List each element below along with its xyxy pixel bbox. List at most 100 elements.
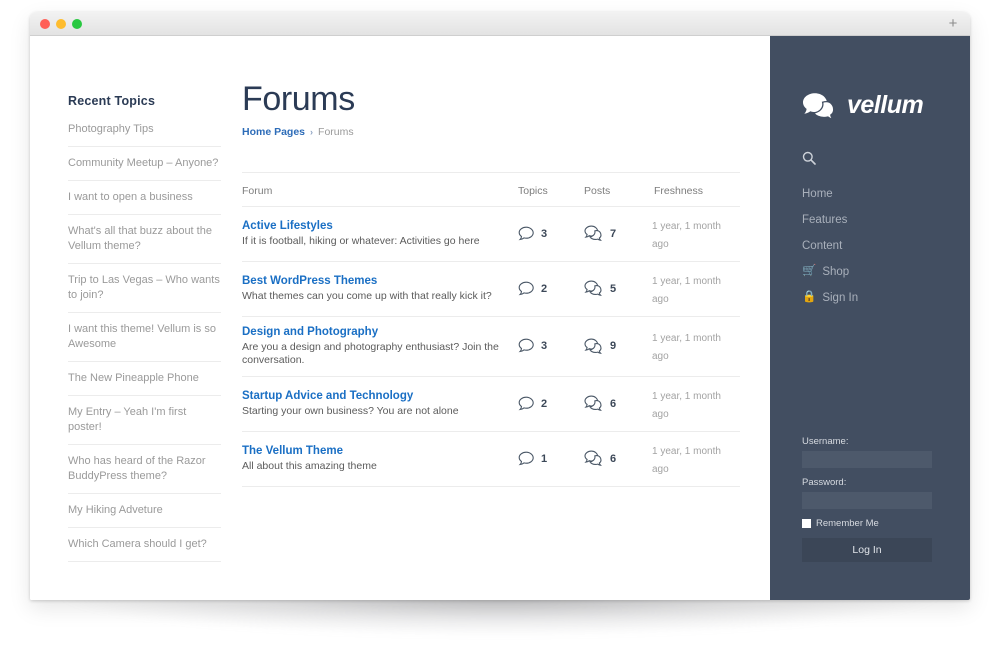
rail-nav-item-features[interactable]: Features [802,207,942,233]
forum-title-link[interactable]: Active Lifestyles [242,220,514,232]
left-widget-column: Recent Topics Photography Tips Community … [68,94,221,600]
rail-nav-item-content[interactable]: Content [802,233,942,259]
forum-cell: The Vellum Theme All about this amazing t… [242,445,514,473]
forum-title-link[interactable]: Startup Advice and Technology [242,390,514,402]
breadcrumb-link-home-pages[interactable]: Home Pages [242,126,305,138]
minimize-window-button[interactable] [56,19,66,29]
topics-cell: 3 [514,226,580,242]
rail-nav-item-shop[interactable]: 🛒 Shop [802,259,942,285]
table-row[interactable]: The Vellum Theme All about this amazing t… [242,432,740,487]
recent-topics-title: Recent Topics [68,94,156,108]
password-label: Password: [802,477,847,488]
zoom-window-button[interactable] [72,19,82,29]
topics-cell: 3 [514,338,580,354]
topics-count: 2 [541,397,548,410]
recent-topic-link[interactable]: My Hiking Adveture [68,503,221,518]
freshness-text: 1 year, 1 month ago [652,333,721,363]
window-controls [40,19,82,29]
posts-count-group: 9 [584,338,652,355]
recent-topic-link[interactable]: The New Pineapple Phone [68,371,221,386]
forum-table: Forum Topics Posts Freshness Active Life… [242,171,740,487]
forum-cell: Best WordPress Themes What themes can you… [242,275,514,303]
posts-count: 6 [610,397,617,410]
recent-topic-link[interactable]: Community Meetup – Anyone? [68,156,221,171]
rail-nav-item-home[interactable]: Home [802,181,942,207]
posts-count: 5 [610,282,617,295]
posts-count-group: 6 [584,450,652,467]
page-title: Forums [242,80,355,118]
recent-topic-item[interactable]: Who has heard of the Razor BuddyPress th… [68,454,221,494]
freshness-text: 1 year, 1 month ago [652,220,721,250]
forum-table-body: Active Lifestyles If it is football, hiki… [242,207,740,487]
recent-topic-link[interactable]: I want this theme! Vellum is so Awesome [68,322,221,352]
table-row[interactable]: Active Lifestyles If it is football, hiki… [242,207,740,262]
recent-topic-link[interactable]: Trip to Las Vegas – Who wants to join? [68,273,221,303]
recent-topic-item[interactable]: My Hiking Adveture [68,503,221,528]
column-header-forum: Forum [242,184,273,197]
topics-cell: 2 [514,396,580,412]
search-icon[interactable] [802,151,816,165]
recent-topic-item[interactable]: I want this theme! Vellum is so Awesome [68,322,221,362]
column-header-topics: Topics [518,184,548,197]
topics-count-group: 3 [518,338,580,354]
main-content: Forums Home Pages › Forums Forum Topics … [242,80,740,487]
forum-description: All about this amazing theme [242,459,377,472]
recent-topic-link[interactable]: Photography Tips [68,122,221,137]
posts-cell: 7 [580,225,652,242]
site-logo[interactable]: vellum [802,91,924,119]
recent-topic-item[interactable]: Photography Tips [68,122,221,147]
topics-count: 2 [541,282,548,295]
rail-nav-item-sign-in[interactable]: 🔒 Sign In [802,285,942,311]
forum-table-header: Forum Topics Posts Freshness [242,171,740,207]
remember-me-checkbox[interactable] [802,519,811,528]
recent-topic-link[interactable]: I want to open a business [68,190,221,205]
recent-topic-item[interactable]: I want to open a business [68,190,221,215]
forum-description: Are you a design and photography enthusi… [242,340,499,366]
forum-title-link[interactable]: Best WordPress Themes [242,275,514,287]
recent-topic-item[interactable]: The New Pineapple Phone [68,371,221,396]
recent-topic-item[interactable]: Community Meetup – Anyone? [68,156,221,181]
forum-title-link[interactable]: The Vellum Theme [242,445,514,457]
username-field[interactable] [802,451,932,468]
recent-topic-item[interactable]: What's all that buzz about the Vellum th… [68,224,221,264]
recent-topic-link[interactable]: Who has heard of the Razor BuddyPress th… [68,454,221,484]
recent-topic-link[interactable]: My Entry – Yeah I'm first poster! [68,405,221,435]
table-row[interactable]: Design and Photography Are you a design a… [242,317,740,377]
recent-topics-list: Photography Tips Community Meetup – Anyon… [68,122,221,562]
recent-topic-link[interactable]: What's all that buzz about the Vellum th… [68,224,221,254]
posts-bubbles-icon [584,450,602,467]
rail-links: Home Features Content 🛒 Shop 🔒 Sign In [802,181,942,311]
freshness-cell: 1 year, 1 month ago [652,271,740,307]
remember-me-label: Remember Me [816,518,879,529]
posts-count: 7 [610,227,617,240]
login-submit-button[interactable]: Log In [802,538,932,562]
forum-description: If it is football, hiking or whatever: A… [242,234,480,247]
cart-icon: 🛒 [802,265,817,278]
recent-topic-item[interactable]: My Entry – Yeah I'm first poster! [68,405,221,445]
browser-window: + Recent Topics Photography Tips Communit… [30,12,970,600]
rail-navigation: Home Features Content 🛒 Shop 🔒 Sign In [802,151,942,311]
forum-title-link[interactable]: Design and Photography [242,326,514,338]
topics-cell: 1 [514,451,580,467]
posts-cell: 5 [580,280,652,297]
page-content: Recent Topics Photography Tips Community … [30,36,770,600]
topics-count-group: 2 [518,281,580,297]
recent-topic-item[interactable]: Trip to Las Vegas – Who wants to join? [68,273,221,313]
table-row[interactable]: Startup Advice and Technology Starting yo… [242,377,740,432]
password-field[interactable] [802,492,932,509]
username-label: Username: [802,436,849,447]
close-window-button[interactable] [40,19,50,29]
posts-count: 6 [610,452,617,465]
posts-bubbles-icon [584,225,602,242]
recent-topic-item[interactable]: Which Camera should I get? [68,537,221,562]
forum-cell: Startup Advice and Technology Starting yo… [242,390,514,418]
new-tab-button[interactable]: + [944,15,962,33]
table-row[interactable]: Best WordPress Themes What themes can you… [242,262,740,317]
freshness-cell: 1 year, 1 month ago [652,441,740,477]
recent-topic-link[interactable]: Which Camera should I get? [68,537,221,552]
login-form: Username: Password: Remember Me Log In [802,436,932,562]
browser-titlebar: + [30,12,970,36]
remember-me-row: Remember Me [802,518,932,529]
site-logo-text: vellum [847,91,924,119]
topics-bubble-icon [518,396,534,410]
